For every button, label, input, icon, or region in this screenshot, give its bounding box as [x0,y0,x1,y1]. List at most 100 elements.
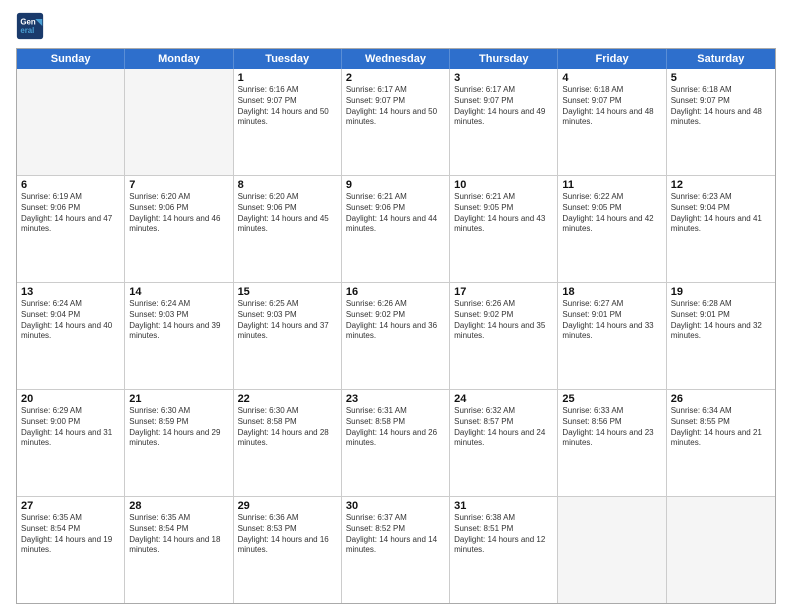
day-number: 15 [238,286,337,298]
calendar-week-row: 27Sunrise: 6:35 AMSunset: 8:54 PMDayligh… [17,497,775,603]
day-info: Sunrise: 6:17 AMSunset: 9:07 PMDaylight:… [454,85,553,128]
day-info: Sunrise: 6:36 AMSunset: 8:53 PMDaylight:… [238,513,337,556]
day-info: Sunrise: 6:35 AMSunset: 8:54 PMDaylight:… [129,513,228,556]
weekday-header: Thursday [450,49,558,69]
day-info: Sunrise: 6:18 AMSunset: 9:07 PMDaylight:… [671,85,771,128]
day-info: Sunrise: 6:30 AMSunset: 8:59 PMDaylight:… [129,406,228,449]
weekday-header: Friday [558,49,666,69]
day-info: Sunrise: 6:34 AMSunset: 8:55 PMDaylight:… [671,406,771,449]
day-info: Sunrise: 6:33 AMSunset: 8:56 PMDaylight:… [562,406,661,449]
calendar-body: 1Sunrise: 6:16 AMSunset: 9:07 PMDaylight… [17,69,775,603]
day-info: Sunrise: 6:18 AMSunset: 9:07 PMDaylight:… [562,85,661,128]
calendar-cell [558,497,666,603]
day-info: Sunrise: 6:37 AMSunset: 8:52 PMDaylight:… [346,513,445,556]
calendar-cell: 30Sunrise: 6:37 AMSunset: 8:52 PMDayligh… [342,497,450,603]
calendar-cell: 7Sunrise: 6:20 AMSunset: 9:06 PMDaylight… [125,176,233,282]
calendar-cell: 19Sunrise: 6:28 AMSunset: 9:01 PMDayligh… [667,283,775,389]
calendar-cell: 10Sunrise: 6:21 AMSunset: 9:05 PMDayligh… [450,176,558,282]
day-number: 21 [129,393,228,405]
day-info: Sunrise: 6:28 AMSunset: 9:01 PMDaylight:… [671,299,771,342]
logo: Gen eral [16,12,48,40]
calendar-cell: 14Sunrise: 6:24 AMSunset: 9:03 PMDayligh… [125,283,233,389]
day-number: 8 [238,179,337,191]
day-number: 19 [671,286,771,298]
calendar-cell: 4Sunrise: 6:18 AMSunset: 9:07 PMDaylight… [558,69,666,175]
calendar-cell: 24Sunrise: 6:32 AMSunset: 8:57 PMDayligh… [450,390,558,496]
calendar-cell [667,497,775,603]
calendar-cell: 1Sunrise: 6:16 AMSunset: 9:07 PMDaylight… [234,69,342,175]
day-number: 11 [562,179,661,191]
day-info: Sunrise: 6:17 AMSunset: 9:07 PMDaylight:… [346,85,445,128]
weekday-header: Monday [125,49,233,69]
header: Gen eral [16,12,776,40]
day-info: Sunrise: 6:32 AMSunset: 8:57 PMDaylight:… [454,406,553,449]
day-number: 16 [346,286,445,298]
day-number: 2 [346,72,445,84]
calendar-week-row: 20Sunrise: 6:29 AMSunset: 9:00 PMDayligh… [17,390,775,497]
weekday-header: Saturday [667,49,775,69]
calendar-cell: 17Sunrise: 6:26 AMSunset: 9:02 PMDayligh… [450,283,558,389]
calendar-cell: 6Sunrise: 6:19 AMSunset: 9:06 PMDaylight… [17,176,125,282]
day-number: 6 [21,179,120,191]
day-number: 31 [454,500,553,512]
weekday-header: Sunday [17,49,125,69]
weekday-header: Wednesday [342,49,450,69]
day-number: 5 [671,72,771,84]
day-info: Sunrise: 6:24 AMSunset: 9:03 PMDaylight:… [129,299,228,342]
logo-icon: Gen eral [16,12,44,40]
day-number: 9 [346,179,445,191]
day-info: Sunrise: 6:31 AMSunset: 8:58 PMDaylight:… [346,406,445,449]
calendar-cell: 22Sunrise: 6:30 AMSunset: 8:58 PMDayligh… [234,390,342,496]
calendar-cell: 2Sunrise: 6:17 AMSunset: 9:07 PMDaylight… [342,69,450,175]
day-number: 25 [562,393,661,405]
calendar-cell: 29Sunrise: 6:36 AMSunset: 8:53 PMDayligh… [234,497,342,603]
calendar-cell: 15Sunrise: 6:25 AMSunset: 9:03 PMDayligh… [234,283,342,389]
calendar-cell: 27Sunrise: 6:35 AMSunset: 8:54 PMDayligh… [17,497,125,603]
weekday-header: Tuesday [234,49,342,69]
calendar-cell: 18Sunrise: 6:27 AMSunset: 9:01 PMDayligh… [558,283,666,389]
day-number: 29 [238,500,337,512]
calendar-cell: 12Sunrise: 6:23 AMSunset: 9:04 PMDayligh… [667,176,775,282]
day-info: Sunrise: 6:26 AMSunset: 9:02 PMDaylight:… [346,299,445,342]
day-number: 18 [562,286,661,298]
day-number: 13 [21,286,120,298]
day-info: Sunrise: 6:25 AMSunset: 9:03 PMDaylight:… [238,299,337,342]
calendar-cell: 25Sunrise: 6:33 AMSunset: 8:56 PMDayligh… [558,390,666,496]
day-info: Sunrise: 6:20 AMSunset: 9:06 PMDaylight:… [238,192,337,235]
calendar-cell: 5Sunrise: 6:18 AMSunset: 9:07 PMDaylight… [667,69,775,175]
calendar-cell: 8Sunrise: 6:20 AMSunset: 9:06 PMDaylight… [234,176,342,282]
day-info: Sunrise: 6:30 AMSunset: 8:58 PMDaylight:… [238,406,337,449]
day-info: Sunrise: 6:23 AMSunset: 9:04 PMDaylight:… [671,192,771,235]
day-info: Sunrise: 6:22 AMSunset: 9:05 PMDaylight:… [562,192,661,235]
day-number: 1 [238,72,337,84]
day-info: Sunrise: 6:21 AMSunset: 9:06 PMDaylight:… [346,192,445,235]
day-number: 28 [129,500,228,512]
calendar-cell: 28Sunrise: 6:35 AMSunset: 8:54 PMDayligh… [125,497,233,603]
day-info: Sunrise: 6:19 AMSunset: 9:06 PMDaylight:… [21,192,120,235]
calendar-week-row: 1Sunrise: 6:16 AMSunset: 9:07 PMDaylight… [17,69,775,176]
calendar: SundayMondayTuesdayWednesdayThursdayFrid… [16,48,776,604]
calendar-week-row: 6Sunrise: 6:19 AMSunset: 9:06 PMDaylight… [17,176,775,283]
calendar-cell: 3Sunrise: 6:17 AMSunset: 9:07 PMDaylight… [450,69,558,175]
day-info: Sunrise: 6:38 AMSunset: 8:51 PMDaylight:… [454,513,553,556]
day-info: Sunrise: 6:26 AMSunset: 9:02 PMDaylight:… [454,299,553,342]
day-info: Sunrise: 6:20 AMSunset: 9:06 PMDaylight:… [129,192,228,235]
calendar-cell: 23Sunrise: 6:31 AMSunset: 8:58 PMDayligh… [342,390,450,496]
day-number: 20 [21,393,120,405]
calendar-cell: 11Sunrise: 6:22 AMSunset: 9:05 PMDayligh… [558,176,666,282]
calendar-cell: 20Sunrise: 6:29 AMSunset: 9:00 PMDayligh… [17,390,125,496]
calendar-week-row: 13Sunrise: 6:24 AMSunset: 9:04 PMDayligh… [17,283,775,390]
day-number: 22 [238,393,337,405]
day-info: Sunrise: 6:35 AMSunset: 8:54 PMDaylight:… [21,513,120,556]
day-info: Sunrise: 6:24 AMSunset: 9:04 PMDaylight:… [21,299,120,342]
day-number: 27 [21,500,120,512]
calendar-header: SundayMondayTuesdayWednesdayThursdayFrid… [17,49,775,69]
svg-text:Gen: Gen [20,17,35,26]
calendar-cell [17,69,125,175]
day-number: 10 [454,179,553,191]
day-info: Sunrise: 6:21 AMSunset: 9:05 PMDaylight:… [454,192,553,235]
day-number: 26 [671,393,771,405]
calendar-cell: 13Sunrise: 6:24 AMSunset: 9:04 PMDayligh… [17,283,125,389]
day-number: 14 [129,286,228,298]
day-number: 23 [346,393,445,405]
